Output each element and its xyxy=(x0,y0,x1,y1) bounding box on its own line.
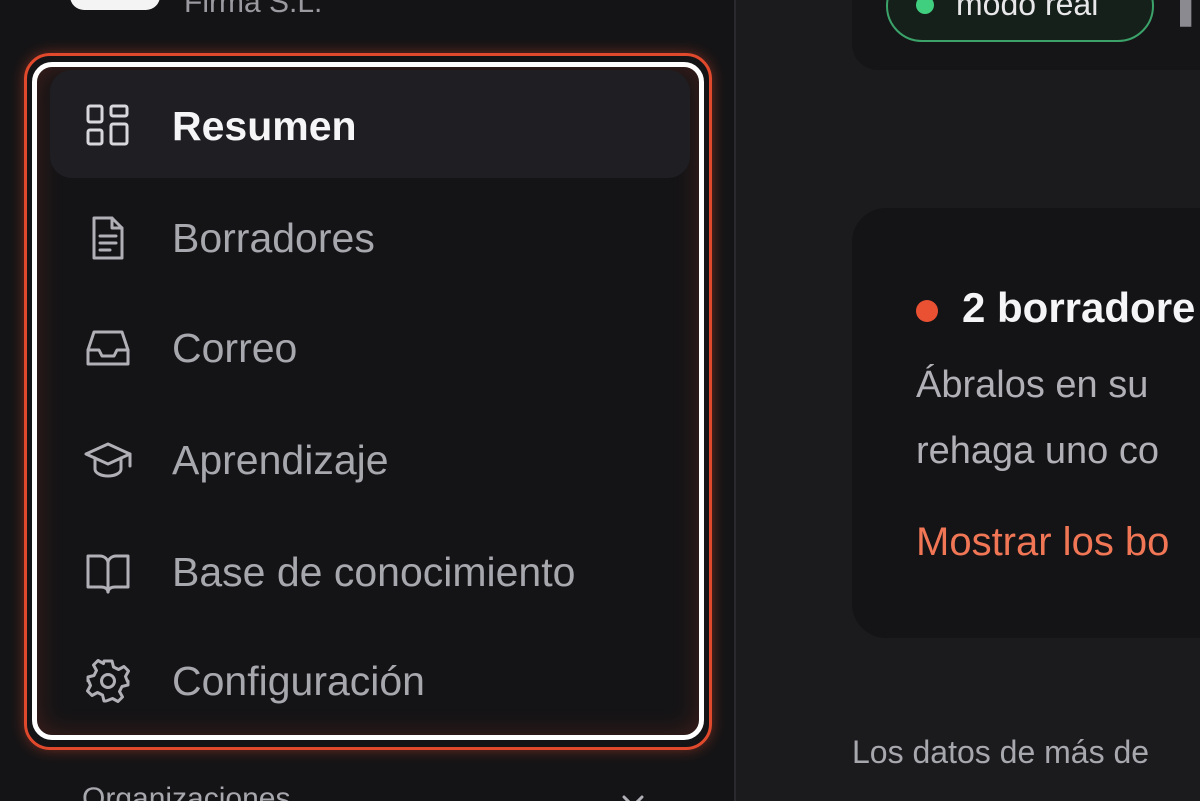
sidebar-item-resumen[interactable]: Resumen xyxy=(50,70,690,178)
sidebar-item-label: Borradores xyxy=(172,215,375,261)
mode-status-badge[interactable]: modo real xyxy=(886,0,1154,42)
mode-label: modo real xyxy=(956,0,1099,22)
alert-dot-icon xyxy=(916,300,938,322)
alert-description-line: Ábralos en su xyxy=(916,364,1149,406)
status-dot-icon xyxy=(916,0,934,14)
document-icon xyxy=(84,214,132,262)
sidebar-item-borradores[interactable]: Borradores xyxy=(50,182,690,290)
sidebar-item-base-de-conocimiento[interactable]: Base de conocimiento xyxy=(50,516,690,624)
sidebar-nav: Resumen Borradores Correo Aprendizaje Ba… xyxy=(32,62,704,740)
sidebar-item-label: Correo xyxy=(172,325,298,371)
open-book-icon xyxy=(84,548,132,596)
organizations-section-label[interactable]: Organizaciones xyxy=(82,782,290,801)
sidebar-item-configuracion[interactable]: Configuración xyxy=(50,625,690,733)
dashboard-grid-icon xyxy=(84,102,132,150)
sidebar-divider xyxy=(734,0,736,801)
app-window: Firma S.L. Resumen Borradores Correo Apr… xyxy=(0,0,1200,801)
sidebar-item-label: Aprendizaje xyxy=(172,437,389,483)
alert-description-line: rehaga uno co xyxy=(916,430,1159,472)
alert-title: 2 borradore xyxy=(962,284,1196,331)
footer-note: Los datos de más de xyxy=(852,734,1150,770)
show-drafts-link[interactable]: Mostrar los bo xyxy=(916,520,1169,565)
sidebar-item-correo[interactable]: Correo xyxy=(50,292,690,400)
sidebar-item-label: Resumen xyxy=(172,103,357,149)
graduation-cap-icon xyxy=(84,436,132,484)
sidebar-item-label: Configuración xyxy=(172,658,425,704)
sidebar-item-label: Base de conocimiento xyxy=(172,549,576,595)
sidebar-item-aprendizaje[interactable]: Aprendizaje xyxy=(50,404,690,512)
sidebar: Firma S.L. Resumen Borradores Correo Apr… xyxy=(0,0,734,801)
gear-icon xyxy=(84,657,132,705)
chevron-down-icon[interactable] xyxy=(618,786,648,801)
drafts-alert-card xyxy=(852,208,1200,638)
header-fragment: ▌ xyxy=(1180,0,1200,24)
org-name[interactable]: Firma S.L. xyxy=(184,0,322,20)
org-logo[interactable] xyxy=(70,0,160,10)
inbox-icon xyxy=(84,324,132,372)
